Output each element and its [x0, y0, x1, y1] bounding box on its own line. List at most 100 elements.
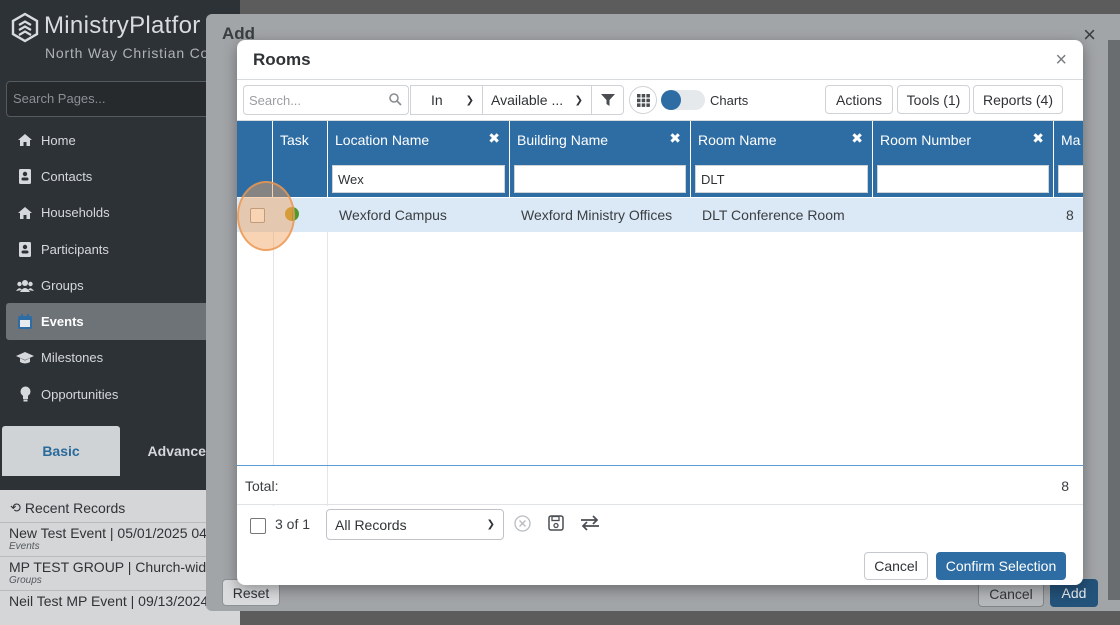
recent-record-title: Neil Test MP Event | 09/13/2024 1 — [9, 593, 220, 609]
totals-row: Total: 8 — [237, 465, 1083, 506]
chevron-down-icon: ❯ — [465, 94, 474, 106]
grid-search-input[interactable]: Search... — [243, 85, 409, 115]
column-label: Room Name — [698, 132, 777, 148]
brand-subtitle: North Way Christian Co — [45, 45, 210, 61]
brand[interactable]: MinistryPlatfor North Way Christian Co — [10, 12, 208, 61]
max-filter-input[interactable] — [1058, 165, 1083, 193]
search-icon[interactable] — [389, 93, 402, 106]
recent-record-item[interactable]: MP TEST GROUP | Church-wide Groups — [0, 556, 240, 590]
sidebar-item-label: Milestones — [41, 350, 104, 366]
sidebar-item-opportunities[interactable]: Opportunities — [0, 376, 240, 412]
grid-icon — [636, 93, 650, 107]
clear-selection-icon[interactable] — [514, 515, 531, 532]
records-scope-select[interactable]: All Records ❯ — [326, 509, 504, 540]
contact-card-icon — [16, 240, 34, 258]
click-highlight-marker — [237, 181, 295, 251]
recent-records-panel: ⟲ Recent Records New Test Event | 05/01/… — [0, 490, 240, 625]
sidebar-search-placeholder: Search Pages... — [13, 91, 106, 106]
recent-record-item[interactable]: New Test Event | 05/01/2025 04 Events — [0, 522, 240, 556]
close-icon[interactable]: × — [1083, 22, 1096, 48]
column-header-location-name[interactable]: Location Name ✖ Wex — [328, 121, 510, 197]
recent-record-item[interactable]: Neil Test MP Event | 09/13/2024 1 — [0, 590, 240, 613]
sidebar-item-participants[interactable]: Participants — [0, 231, 240, 267]
recent-record-type: Events — [9, 541, 40, 552]
swap-selection-icon[interactable] — [580, 515, 600, 531]
lightbulb-icon — [16, 385, 34, 403]
sidebar-item-label: Groups — [41, 277, 84, 293]
location-filter-input[interactable]: Wex — [332, 165, 505, 193]
sidebar-item-contacts[interactable]: Contacts — [0, 158, 240, 194]
sidebar: MinistryPlatfor North Way Christian Co S… — [0, 0, 240, 625]
building-filter-input[interactable] — [514, 165, 686, 193]
recent-records-header: ⟲ Recent Records — [0, 490, 240, 522]
history-icon: ⟲ — [10, 500, 21, 515]
graduation-cap-icon — [16, 349, 34, 367]
tab-basic[interactable]: Basic — [2, 426, 120, 476]
actions-button[interactable]: Actions — [825, 85, 893, 114]
sidebar-item-households[interactable]: Households — [0, 195, 240, 231]
save-selection-icon[interactable] — [548, 515, 564, 531]
column-label: Building Name — [517, 132, 609, 148]
recent-records-title: Recent Records — [24, 500, 126, 516]
sidebar-item-label: Households — [41, 205, 110, 221]
background-panel-edge — [1108, 40, 1120, 600]
column-header-room-number[interactable]: Room Number ✖ — [873, 121, 1054, 197]
home-icon — [16, 204, 34, 222]
room-name-filter-input[interactable]: DLT — [695, 165, 868, 193]
grid-view-button[interactable] — [629, 86, 657, 114]
cell-location-name: Wexford Campus — [339, 207, 447, 223]
calendar-icon — [16, 313, 34, 331]
chevron-down-icon: ❯ — [486, 519, 495, 530]
cell-room-name: DLT Conference Room — [702, 207, 845, 223]
contact-card-icon — [16, 167, 34, 185]
column-label: Location Name — [335, 132, 430, 148]
sidebar-item-events[interactable]: Events — [6, 303, 240, 340]
sidebar-search-input[interactable]: Search Pages... — [6, 81, 232, 117]
reports-button[interactable]: Reports (4) — [973, 85, 1063, 114]
clear-filter-icon[interactable]: ✖ — [1032, 130, 1044, 147]
sidebar-item-label: Participants — [41, 241, 109, 257]
column-header-room-name[interactable]: Room Name ✖ DLT — [691, 121, 873, 197]
clear-filter-icon[interactable]: ✖ — [488, 130, 500, 147]
search-scope-value: In — [431, 92, 443, 108]
grid-search-placeholder: Search... — [249, 93, 302, 108]
divider — [237, 79, 1083, 80]
charts-toggle-label: Charts — [710, 93, 749, 108]
view-select[interactable]: Available ... ❯ — [482, 85, 592, 115]
totals-label: Total: — [245, 478, 279, 494]
tools-button[interactable]: Tools (1) — [897, 85, 970, 114]
sidebar-item-home[interactable]: Home — [0, 122, 240, 158]
grid-toolbar: Search... In ❯ Available ... ❯ Charts Ac… — [237, 83, 1083, 117]
table-row[interactable]: Wexford Campus Wexford Ministry Offices … — [237, 198, 1083, 232]
confirm-selection-button[interactable]: Confirm Selection — [936, 552, 1066, 580]
records-grid: Task Location Name ✖ Wex Building Name ✖… — [237, 120, 1083, 506]
charts-toggle[interactable] — [661, 90, 705, 110]
sidebar-item-groups[interactable]: Groups — [0, 267, 240, 303]
recent-record-title: MP TEST GROUP | Church-wide — [9, 559, 214, 575]
sidebar-item-label: Events — [41, 314, 84, 330]
cell-building-name: Wexford Ministry Offices — [521, 207, 673, 223]
filter-button[interactable] — [591, 85, 624, 115]
column-label: Room Number — [880, 132, 972, 148]
cell-max: 8 — [1066, 207, 1074, 223]
clear-filter-icon[interactable]: ✖ — [851, 130, 863, 147]
toggle-knob — [661, 90, 681, 110]
rooms-dialog-title: Rooms — [253, 50, 311, 69]
filter-icon — [600, 94, 615, 106]
sidebar-item-milestones[interactable]: Milestones — [0, 340, 240, 376]
brand-title: MinistryPlatfor — [44, 12, 201, 39]
sidebar-item-label: Contacts — [41, 168, 93, 184]
column-header-max[interactable]: Ma — [1054, 121, 1083, 197]
room-number-filter-input[interactable] — [877, 165, 1049, 193]
selection-count: 3 of 1 — [275, 516, 311, 532]
chevron-down-icon: ❯ — [574, 94, 583, 106]
group-icon — [16, 276, 34, 294]
column-header-building-name[interactable]: Building Name ✖ — [510, 121, 691, 197]
search-scope-select[interactable]: In ❯ — [410, 85, 483, 115]
close-icon[interactable]: × — [1055, 49, 1067, 72]
cancel-button[interactable]: Cancel — [864, 552, 928, 580]
rooms-dialog: Rooms × Search... In ❯ Available ... ❯ C… — [237, 40, 1083, 585]
column-label: Ma — [1061, 132, 1081, 148]
clear-filter-icon[interactable]: ✖ — [669, 130, 681, 147]
select-all-checkbox[interactable] — [250, 518, 266, 534]
